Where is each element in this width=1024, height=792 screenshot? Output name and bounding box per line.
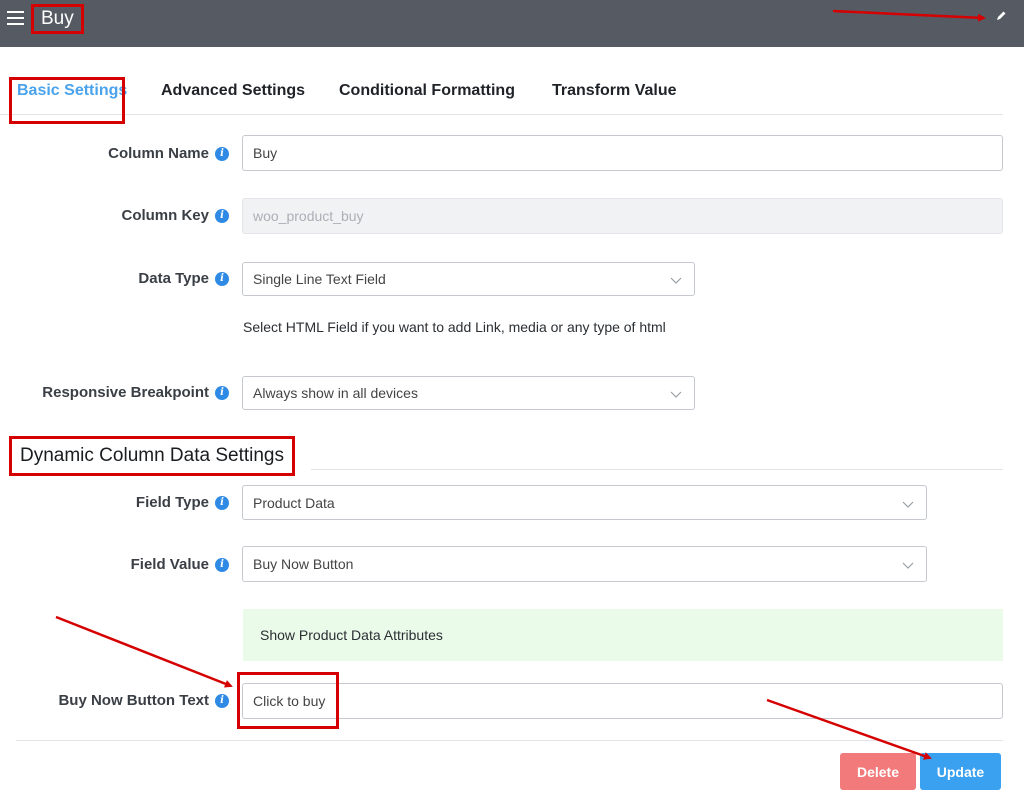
section-divider	[311, 469, 1003, 470]
delete-button[interactable]: Delete	[840, 753, 916, 790]
hamburger-menu-icon[interactable]	[7, 11, 24, 25]
info-icon[interactable]: i	[215, 496, 229, 510]
settings-tabs: Basic Settings Advanced Settings Conditi…	[0, 76, 1003, 115]
column-name-input[interactable]: Buy	[242, 135, 1003, 171]
data-type-label: Data Type	[138, 270, 209, 287]
show-product-data-attributes[interactable]: Show Product Data Attributes	[243, 609, 1003, 661]
column-name-label: Column Name	[108, 145, 209, 162]
data-type-help-text: Select HTML Field if you want to add Lin…	[243, 319, 666, 335]
field-value-select[interactable]: Buy Now Button	[242, 546, 927, 582]
responsive-breakpoint-select[interactable]: Always show in all devices	[242, 376, 695, 410]
pencil-icon[interactable]	[995, 10, 1007, 22]
column-key-value: woo_product_buy	[253, 208, 364, 224]
annotation-box-tab	[9, 77, 125, 124]
column-key-label: Column Key	[121, 207, 209, 224]
info-icon[interactable]: i	[215, 694, 229, 708]
data-type-select[interactable]: Single Line Text Field	[242, 262, 695, 296]
info-icon[interactable]: i	[215, 386, 229, 400]
tab-advanced-settings[interactable]: Advanced Settings	[161, 82, 305, 100]
buy-now-text-value: Click to buy	[253, 693, 326, 709]
dynamic-section-title: Dynamic Column Data Settings	[9, 436, 295, 476]
chevron-down-icon	[902, 562, 914, 569]
data-type-value: Single Line Text Field	[253, 271, 386, 287]
column-title: Buy	[31, 4, 84, 34]
chevron-down-icon	[670, 391, 682, 398]
update-button[interactable]: Update	[920, 753, 1001, 790]
buy-now-text-input[interactable]: Click to buy	[242, 683, 1003, 719]
tab-conditional-formatting[interactable]: Conditional Formatting	[339, 82, 515, 100]
column-key-input: woo_product_buy	[242, 198, 1003, 234]
info-icon[interactable]: i	[215, 272, 229, 286]
responsive-breakpoint-value: Always show in all devices	[253, 385, 418, 401]
info-icon[interactable]: i	[215, 147, 229, 161]
field-type-label: Field Type	[135, 494, 209, 511]
arrow-to-buy-text	[55, 615, 233, 688]
column-name-value: Buy	[253, 145, 278, 161]
field-type-select[interactable]: Product Data	[242, 485, 927, 520]
footer-divider	[16, 740, 1003, 741]
info-icon[interactable]: i	[215, 209, 229, 223]
responsive-breakpoint-label: Responsive Breakpoint	[42, 384, 209, 401]
chevron-down-icon	[902, 501, 914, 508]
modal-header: Buy	[0, 0, 1024, 47]
attributes-link-text: Show Product Data Attributes	[260, 627, 443, 643]
chevron-down-icon	[670, 277, 682, 284]
field-value-label: Field Value	[130, 556, 209, 573]
buy-now-text-label: Buy Now Button Text	[58, 692, 209, 709]
info-icon[interactable]: i	[215, 558, 229, 572]
field-value-value: Buy Now Button	[253, 556, 354, 572]
field-type-value: Product Data	[253, 494, 335, 511]
tab-transform-value[interactable]: Transform Value	[552, 82, 677, 100]
